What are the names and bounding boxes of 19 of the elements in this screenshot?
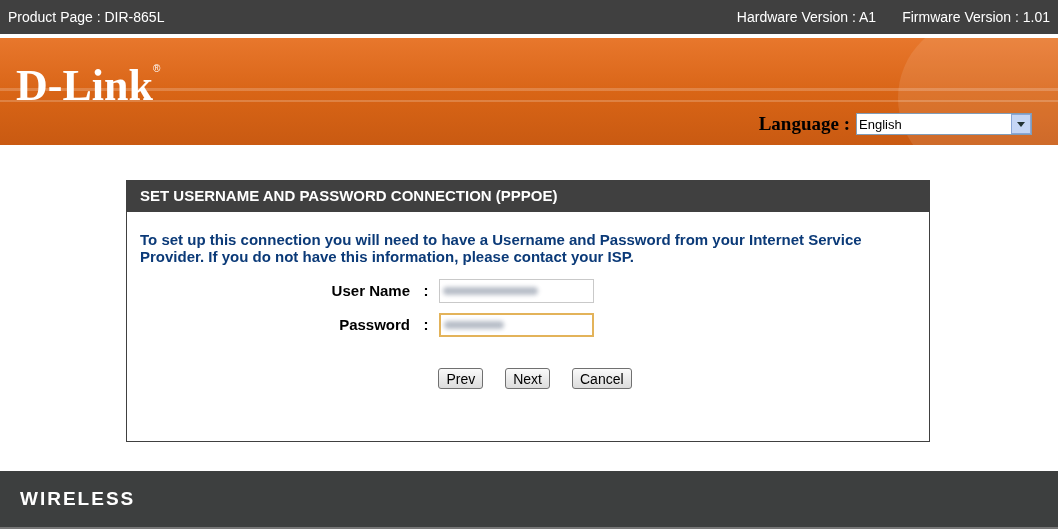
wizard-button[interactable]: Cancel <box>572 368 632 389</box>
wizard-button[interactable]: Prev <box>438 368 484 389</box>
d-link-logo: D-Link <box>16 64 153 108</box>
field-label: User Name <box>330 280 410 301</box>
hardware-version: Hardware Version : A1 <box>736 7 877 27</box>
panel-title: SET USERNAME AND PASSWORD CONNECTION (PPPOE) <box>127 181 929 212</box>
colon-separator: : <box>422 314 430 335</box>
intro-text: To set up this connection you will need to have a Username and Password from your Internet Service Provider. If you do not have this information, please contact your ISP. <box>140 231 863 265</box>
wireless-logo: WIRELESS <box>20 486 136 511</box>
wizard-button[interactable]: Next <box>505 368 550 389</box>
language-label: Language : <box>758 112 850 136</box>
field-label: Password <box>338 314 410 335</box>
firmware-version: Firmware Version : 1.01 <box>902 7 1050 27</box>
registered-mark: ® <box>152 64 161 74</box>
language-dropdown[interactable]: English <box>856 113 1032 136</box>
input-field[interactable] <box>439 279 594 303</box>
colon-separator: : <box>422 280 430 301</box>
product-label: Product Page : DIR-865L <box>8 7 165 27</box>
input-field[interactable] <box>439 313 594 337</box>
